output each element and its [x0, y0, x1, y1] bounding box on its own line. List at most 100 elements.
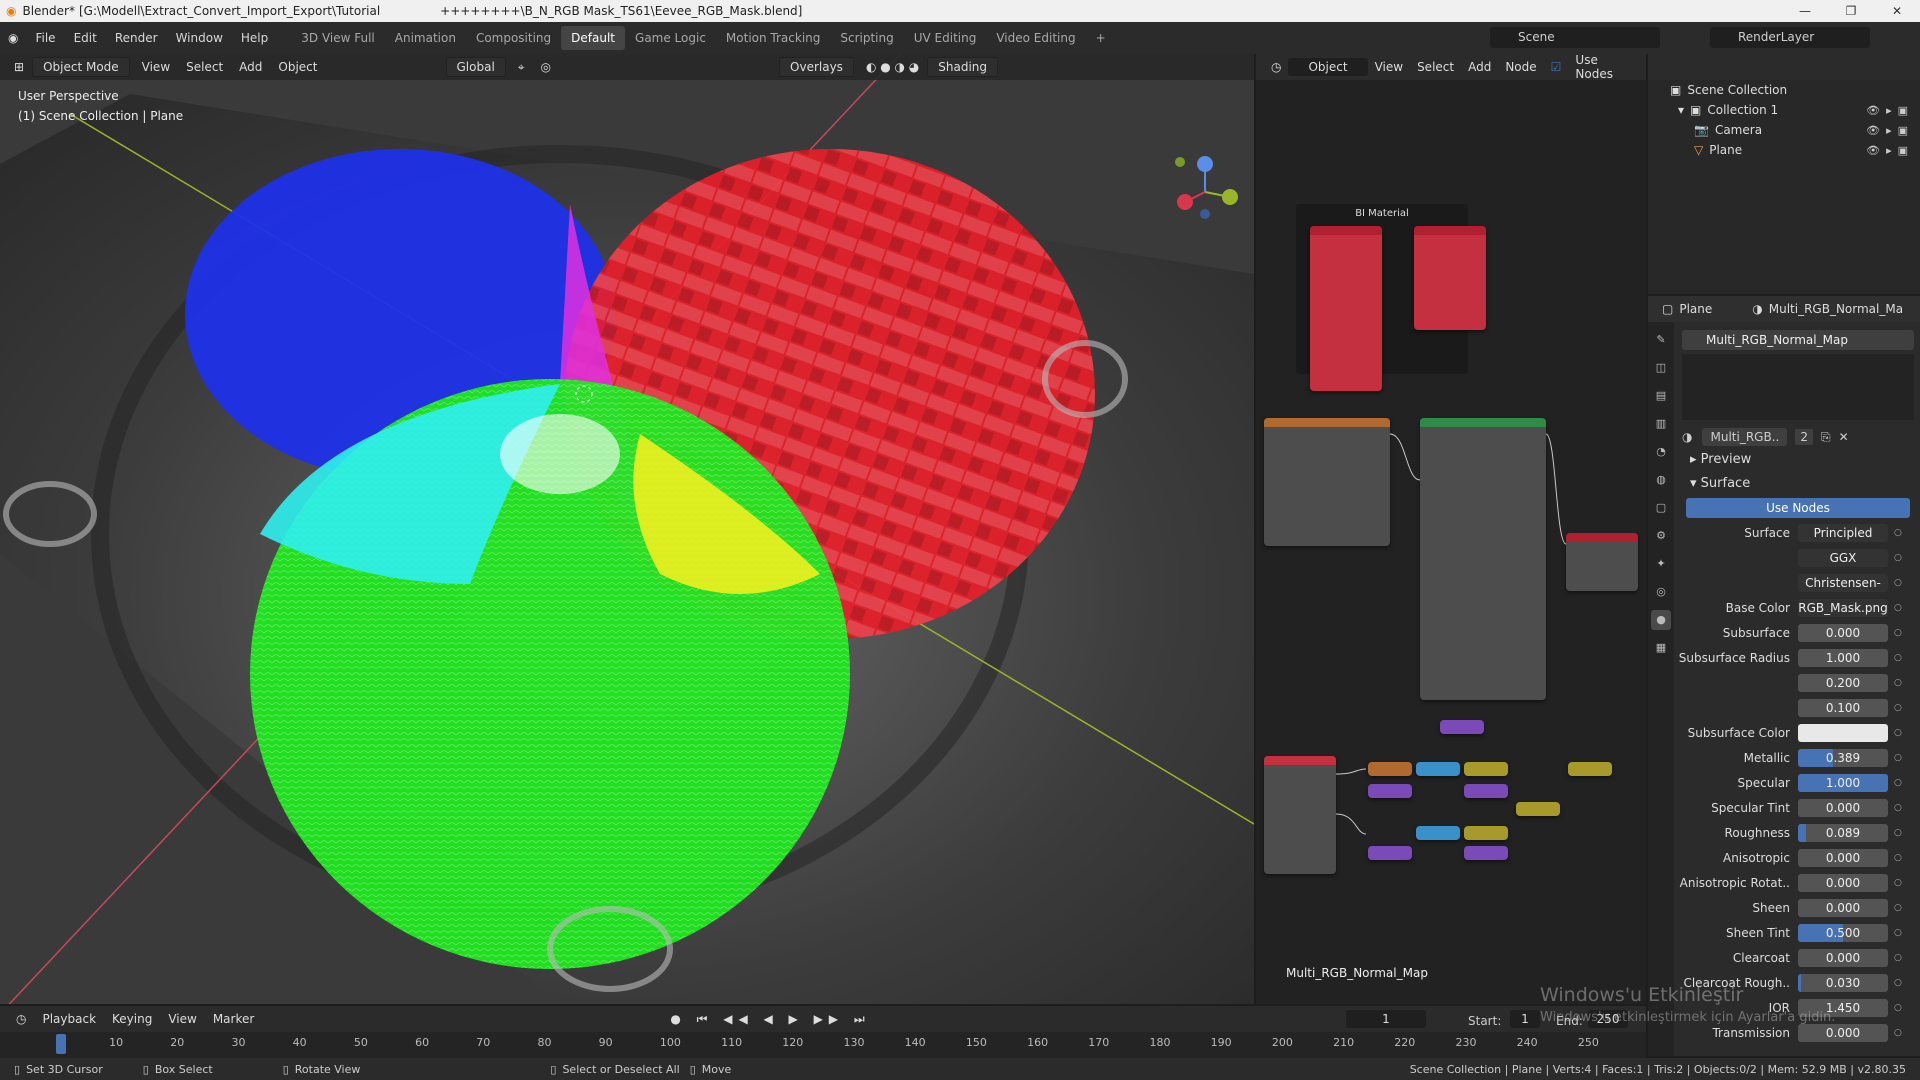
- image-texture-node[interactable]: [1264, 418, 1390, 546]
- start-frame-field[interactable]: 1: [1510, 1010, 1540, 1028]
- property-field[interactable]: 0.000: [1798, 898, 1888, 917]
- separate-node[interactable]: [1416, 762, 1460, 776]
- timeline-menu-view[interactable]: View: [160, 1012, 204, 1026]
- property-field[interactable]: 0.000: [1798, 948, 1888, 967]
- property-field[interactable]: 0.000: [1798, 848, 1888, 867]
- menu-add[interactable]: Add: [231, 58, 270, 76]
- overlays-dropdown[interactable]: Overlays: [779, 57, 854, 77]
- use-nodes-button[interactable]: Use Nodes: [1686, 498, 1910, 518]
- timeline-ruler[interactable]: 10 20 30 40 50 60 70 80 90 100 110 120 130 140 150 160 1…: [0, 1032, 1646, 1058]
- surface-panel-header[interactable]: ▾ Surface: [1678, 472, 1918, 496]
- socket-link-icon[interactable]: ○: [1894, 803, 1902, 813]
- proportional-icon[interactable]: ◎: [533, 58, 559, 76]
- timeline-menu-keying[interactable]: Keying: [104, 1012, 160, 1026]
- 3d-viewport[interactable]: ⊞ Object Mode View Select Add Object Glo…: [0, 54, 1254, 1004]
- socket-link-icon[interactable]: ○: [1894, 553, 1902, 563]
- property-field[interactable]: 1.000: [1798, 773, 1888, 792]
- material-name-field[interactable]: Multi_RGB..: [1702, 428, 1788, 446]
- bi-node-2[interactable]: [1414, 226, 1486, 330]
- node-menu-select[interactable]: Select: [1410, 60, 1461, 74]
- timeline-editor-icon[interactable]: ◷: [8, 1012, 34, 1026]
- socket-link-icon[interactable]: ○: [1894, 703, 1902, 713]
- property-field[interactable]: 0.000: [1798, 1023, 1888, 1042]
- socket-link-icon[interactable]: ○: [1894, 603, 1902, 613]
- socket-link-icon[interactable]: ○: [1894, 653, 1902, 663]
- node-object-dropdown[interactable]: Object: [1288, 58, 1368, 76]
- shading-modes-icon[interactable]: ◐ ● ◑ ◕: [858, 58, 927, 76]
- menu-edit[interactable]: Edit: [65, 31, 106, 45]
- tab-animation[interactable]: Animation: [385, 26, 466, 50]
- property-field[interactable]: 0.500: [1798, 923, 1888, 942]
- property-field[interactable]: [1798, 723, 1888, 742]
- outliner-item-camera[interactable]: 📷 Camera 👁▸▣: [1648, 120, 1920, 140]
- node-editor-type-icon[interactable]: ◷: [1264, 60, 1288, 74]
- menu-select[interactable]: Select: [178, 58, 231, 76]
- editor-type-icon[interactable]: ⊞: [6, 58, 32, 76]
- menu-render[interactable]: Render: [106, 31, 167, 45]
- socket-link-icon[interactable]: ○: [1894, 678, 1902, 688]
- property-field[interactable]: 0.000: [1798, 623, 1888, 642]
- outliner-scene-collection[interactable]: ▣ Scene Collection: [1648, 80, 1920, 100]
- object-tab-icon[interactable]: ▢: [1651, 498, 1671, 518]
- particles-tab-icon[interactable]: ✦: [1651, 554, 1671, 574]
- material-browse-icon[interactable]: ◑: [1682, 430, 1692, 444]
- shading-dropdown[interactable]: Shading: [927, 57, 999, 77]
- add-workspace-icon[interactable]: +: [1086, 26, 1116, 50]
- node-menu-view[interactable]: View: [1368, 60, 1410, 74]
- socket-link-icon[interactable]: ○: [1894, 978, 1902, 988]
- socket-link-icon[interactable]: ○: [1894, 728, 1902, 738]
- minimize-button[interactable]: —: [1782, 0, 1828, 22]
- property-field[interactable]: 0.100: [1798, 698, 1888, 717]
- property-field[interactable]: 0.089: [1798, 823, 1888, 842]
- tab-3d-view-full[interactable]: 3D View Full: [291, 26, 385, 50]
- preview-panel-header[interactable]: ▸ Preview: [1678, 448, 1918, 472]
- texture-tab-icon[interactable]: ▦: [1651, 638, 1671, 658]
- visibility-icons[interactable]: 👁▸▣: [1866, 104, 1914, 117]
- socket-link-icon[interactable]: ○: [1894, 528, 1902, 538]
- mix-node-3[interactable]: [1516, 802, 1560, 816]
- visibility-icons[interactable]: 👁▸▣: [1866, 144, 1914, 157]
- socket-link-icon[interactable]: ○: [1894, 928, 1902, 938]
- property-field[interactable]: 0.000: [1798, 873, 1888, 892]
- socket-link-icon[interactable]: ○: [1894, 1003, 1902, 1013]
- property-field[interactable]: RGB_Mask.png: [1798, 598, 1888, 617]
- copy-material-icon[interactable]: ⎘: [1821, 430, 1831, 445]
- property-field[interactable]: Christensen-Burl..: [1798, 573, 1888, 592]
- socket-link-icon[interactable]: ○: [1894, 878, 1902, 888]
- property-field[interactable]: 0.030: [1798, 973, 1888, 992]
- tab-uv-editing[interactable]: UV Editing: [904, 26, 987, 50]
- viewport-scene[interactable]: [0, 54, 1254, 1004]
- socket-link-icon[interactable]: ○: [1894, 578, 1902, 588]
- normal-map-node[interactable]: [1440, 720, 1484, 734]
- outliner-item-plane[interactable]: ▽ Plane 👁▸▣: [1648, 140, 1920, 160]
- shader-node-editor[interactable]: ◷ Object View Select Add Node ☑ Use Node…: [1256, 54, 1646, 1004]
- property-field[interactable]: 0.200: [1798, 673, 1888, 692]
- socket-link-icon[interactable]: ○: [1894, 828, 1902, 838]
- node-menu-add[interactable]: Add: [1461, 60, 1498, 74]
- mix-node-4[interactable]: [1568, 762, 1612, 776]
- tool-tab-icon[interactable]: ✎: [1651, 330, 1671, 350]
- material-users-count[interactable]: 2: [1795, 429, 1813, 445]
- mode-dropdown[interactable]: Object Mode: [32, 57, 130, 77]
- property-field[interactable]: 0.389: [1798, 748, 1888, 767]
- blender-menu-icon[interactable]: ◉: [8, 31, 18, 45]
- property-field[interactable]: 1.000: [1798, 648, 1888, 667]
- maximize-button[interactable]: ❐: [1828, 0, 1874, 22]
- outliner-item-collection[interactable]: ▾ ▣ Collection 1 👁▸▣: [1648, 100, 1920, 120]
- close-window-button[interactable]: ✕: [1874, 0, 1920, 22]
- mapping-node-2[interactable]: [1368, 846, 1412, 860]
- output-tab-icon[interactable]: ▤: [1651, 386, 1671, 406]
- world-tab-icon[interactable]: ◍: [1651, 470, 1671, 490]
- socket-link-icon[interactable]: ○: [1894, 778, 1902, 788]
- outliner[interactable]: ▣ Scene Collection ▾ ▣ Collection 1 👁▸▣ …: [1648, 54, 1920, 294]
- expand-icon[interactable]: ▾: [1678, 103, 1684, 117]
- physics-tab-icon[interactable]: ◎: [1651, 582, 1671, 602]
- render-layer-selector[interactable]: RenderLayer: [1710, 27, 1870, 48]
- socket-link-icon[interactable]: ○: [1894, 1028, 1902, 1038]
- property-field[interactable]: 0.000: [1798, 798, 1888, 817]
- snap-icon[interactable]: ⌖: [510, 58, 533, 77]
- material-slot-list[interactable]: [1682, 354, 1914, 420]
- orientation-dropdown[interactable]: Global: [445, 57, 506, 77]
- socket-link-icon[interactable]: ○: [1894, 903, 1902, 913]
- mix-node-2[interactable]: [1464, 762, 1508, 776]
